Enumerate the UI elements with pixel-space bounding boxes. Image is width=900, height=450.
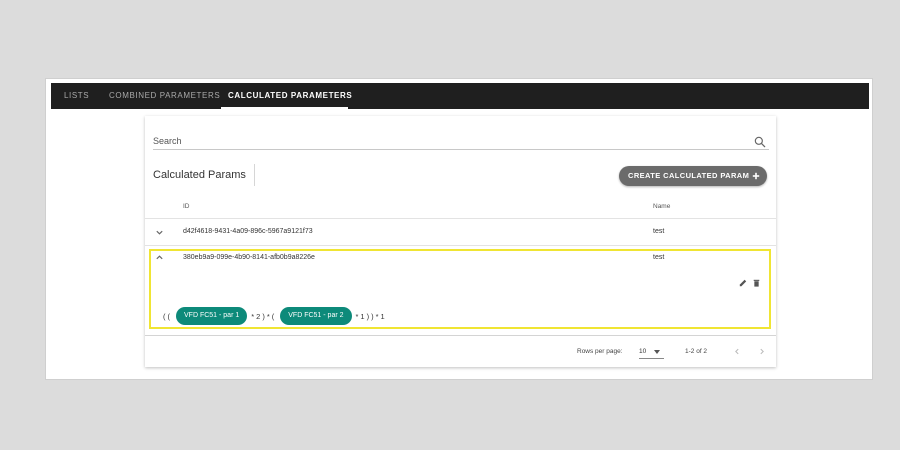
rows-per-page-select[interactable]: 10 — [639, 345, 664, 359]
section-title: Calculated Params — [153, 169, 246, 181]
tab-lists[interactable]: LISTS — [64, 83, 89, 109]
footer-divider — [145, 335, 776, 336]
column-header-id[interactable]: ID — [183, 203, 190, 210]
create-calculated-param-button[interactable]: CREATE CALCULATED PARAM — [619, 166, 767, 186]
plus-icon — [752, 172, 760, 180]
active-tab-indicator — [221, 107, 348, 109]
title-divider — [254, 164, 255, 186]
table-row-name: test — [653, 228, 665, 235]
dropdown-arrow-icon — [654, 350, 660, 354]
highlight-box — [149, 249, 771, 329]
chevron-down-icon[interactable] — [155, 228, 164, 237]
tab-bar: LISTS COMBINED PARAMETERS CALCULATED PAR… — [51, 83, 869, 109]
chevron-left-icon[interactable] — [733, 347, 741, 356]
column-header-name[interactable]: Name — [653, 203, 670, 210]
row-divider — [145, 245, 776, 246]
header-divider — [145, 218, 776, 219]
search-underline — [153, 149, 769, 150]
chevron-right-icon[interactable] — [758, 347, 766, 356]
search-icon[interactable] — [753, 135, 767, 149]
search-input[interactable]: Search — [153, 136, 182, 146]
tab-combined-parameters[interactable]: COMBINED PARAMETERS — [109, 83, 220, 109]
rows-per-page-value: 10 — [639, 348, 647, 355]
pagination-range: 1-2 of 2 — [685, 348, 708, 355]
calculated-params-card: Search Calculated Params CREATE CALCULAT… — [145, 116, 776, 367]
rows-per-page-label: Rows per page: — [577, 348, 623, 355]
create-button-label: CREATE CALCULATED PARAM — [628, 171, 750, 180]
tab-calculated-parameters[interactable]: CALCULATED PARAMETERS — [228, 83, 352, 109]
table-row-id: d42f4618-9431-4a09-896c-5967a9121f73 — [183, 228, 313, 235]
